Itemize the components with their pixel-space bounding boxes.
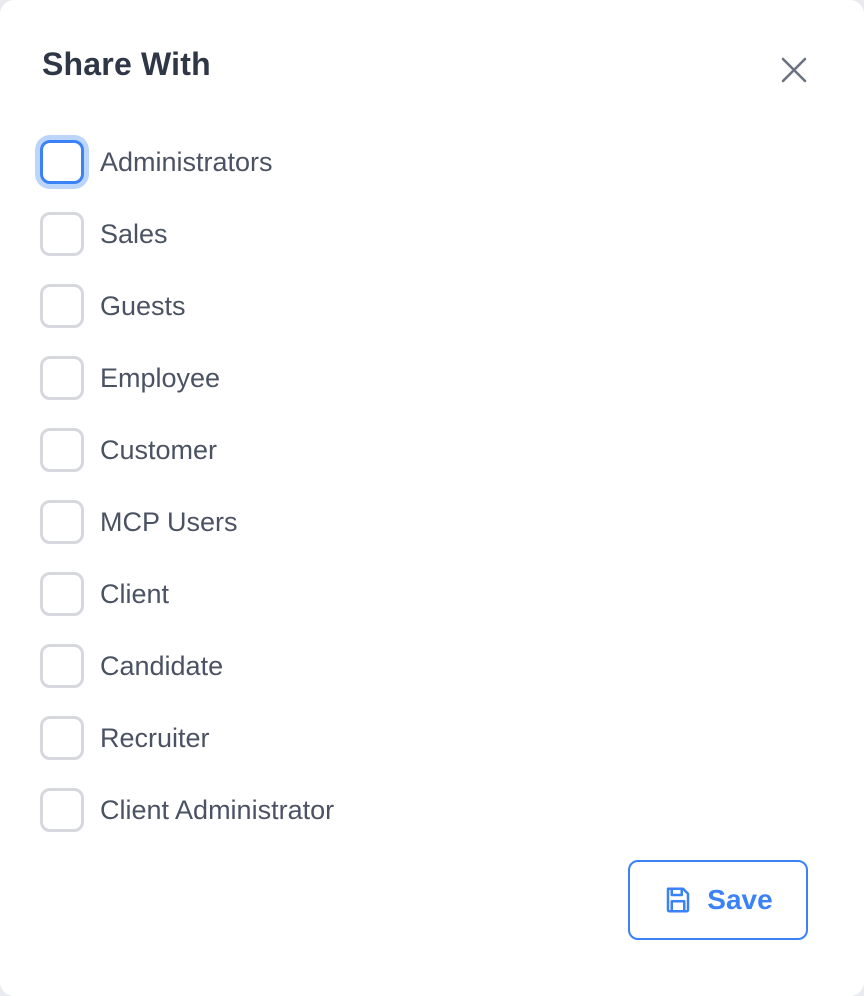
recruiter-checkbox[interactable]	[40, 716, 84, 760]
close-icon	[781, 57, 807, 83]
administrators-checkbox[interactable]	[40, 140, 84, 184]
option-label: Employee	[100, 362, 221, 393]
mcp-users-checkbox[interactable]	[40, 500, 84, 544]
customer-checkbox[interactable]	[40, 428, 84, 472]
option-recruiter[interactable]: Recruiter	[40, 702, 460, 774]
option-administrators[interactable]: Administrators	[40, 126, 460, 198]
close-button[interactable]	[770, 46, 818, 94]
sales-checkbox[interactable]	[40, 212, 84, 256]
option-label: Sales	[100, 218, 168, 249]
option-candidate[interactable]: Candidate	[40, 630, 460, 702]
option-label: Guests	[100, 290, 186, 321]
option-label: Candidate	[100, 650, 224, 681]
option-label: Client Administrator	[100, 794, 335, 825]
option-label: Customer	[100, 434, 218, 465]
option-mcp-users[interactable]: MCP Users	[40, 486, 460, 558]
option-sales[interactable]: Sales	[40, 198, 460, 270]
employee-checkbox[interactable]	[40, 356, 84, 400]
option-label: Recruiter	[100, 722, 210, 753]
option-customer[interactable]: Customer	[40, 414, 460, 486]
option-guests[interactable]: Guests	[40, 270, 460, 342]
share-options-list: Administrators Sales Guests Employee Cus…	[40, 138, 460, 846]
dialog-title: Share With	[42, 46, 211, 82]
client-checkbox[interactable]	[40, 572, 84, 616]
share-with-dialog: Share With Administrators Sales Guests E…	[0, 0, 864, 996]
option-label: Client	[100, 578, 170, 609]
floppy-disk-icon	[663, 885, 693, 915]
save-button-label: Save	[707, 884, 773, 915]
option-label: MCP Users	[100, 506, 238, 537]
option-client[interactable]: Client	[40, 558, 460, 630]
save-button[interactable]: Save	[628, 860, 808, 940]
guests-checkbox[interactable]	[40, 284, 84, 328]
option-client-administrator[interactable]: Client Administrator	[40, 774, 460, 846]
option-employee[interactable]: Employee	[40, 342, 460, 414]
option-label: Administrators	[100, 146, 273, 177]
client-administrator-checkbox[interactable]	[40, 788, 84, 832]
candidate-checkbox[interactable]	[40, 644, 84, 688]
